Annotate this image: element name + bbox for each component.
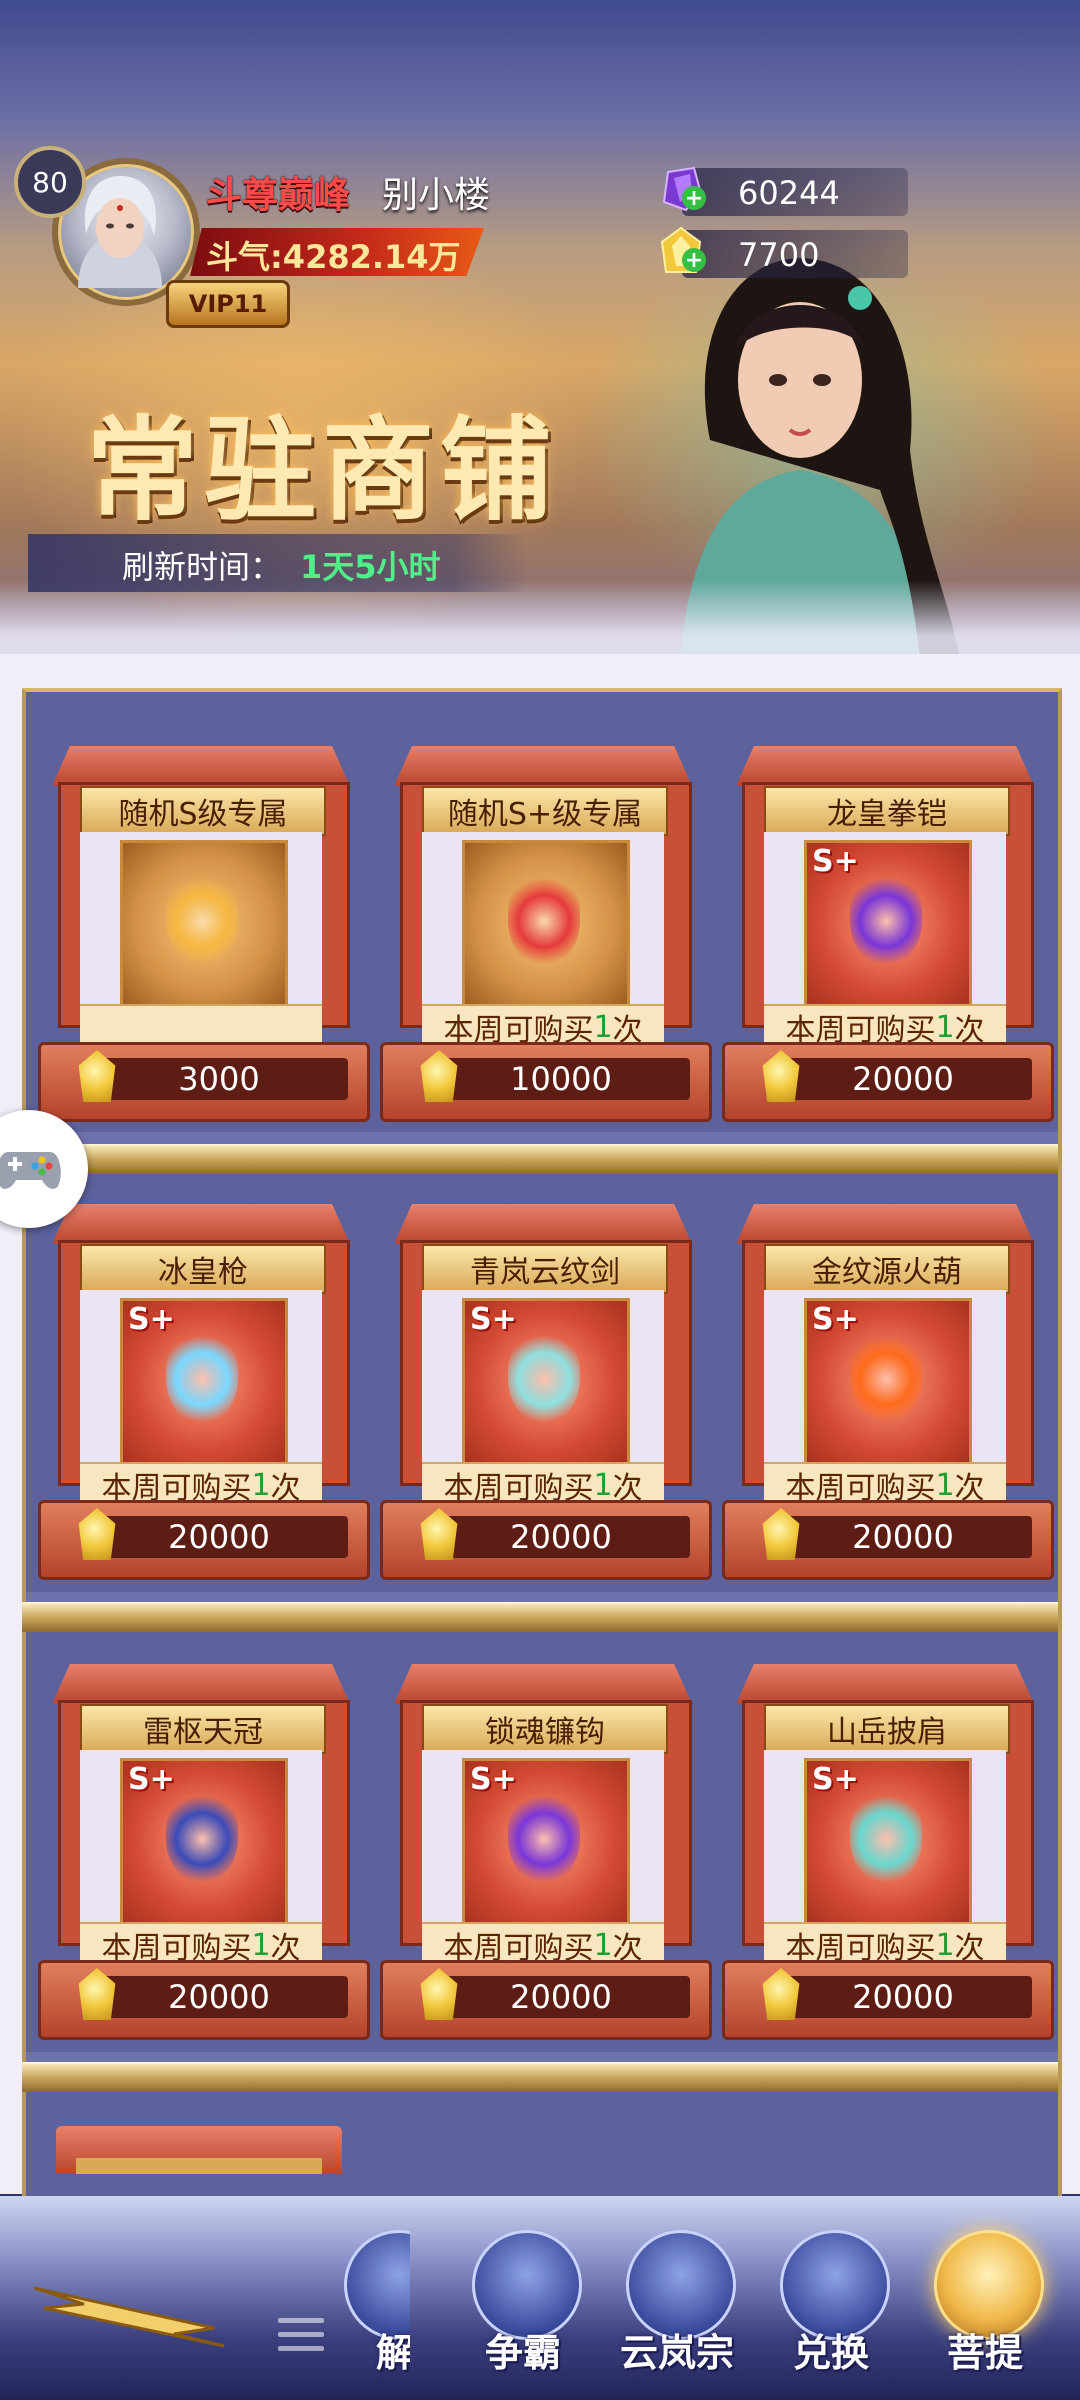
item-artwork	[850, 1794, 922, 1884]
item-price[interactable]: 20000	[90, 1978, 348, 2016]
gamepad-icon	[0, 1152, 61, 1189]
player-power: 斗气:4282.14万	[206, 238, 461, 276]
card-roof	[394, 746, 692, 786]
shop-item-card[interactable]: 龙皇拳铠 S+ 本周可购买 1 次 20000	[722, 746, 1054, 1136]
player-name: 别小楼	[382, 175, 491, 216]
shelf-divider	[22, 2062, 1058, 2092]
shop-item-card[interactable]: 山岳披肩 S+ 本周可购买 1 次 20000	[722, 1664, 1054, 2054]
item-artwork	[166, 1334, 238, 1424]
card-roof	[736, 1204, 1034, 1244]
refresh-label: 刷新时间：	[122, 548, 283, 586]
nav-label: 兑换	[792, 2330, 869, 2375]
item-artwork	[508, 1334, 580, 1424]
tier-badge: S+	[812, 844, 859, 879]
item-price[interactable]: 20000	[774, 1978, 1032, 2016]
nav-label: 争霸	[484, 2330, 561, 2375]
item-price[interactable]: 20000	[90, 1518, 348, 1556]
shop-item-card[interactable]: 随机S级专属 3000	[38, 746, 370, 1136]
item-name: 龙皇拳铠	[764, 786, 1010, 836]
shop-item-card[interactable]: 锁魂镰钩 S+ 本周可购买 1 次 20000	[380, 1664, 712, 2054]
cloud-divider	[0, 580, 1080, 660]
nav-item[interactable]: 解	[330, 2230, 410, 2380]
limit-count: 1	[251, 1467, 271, 1503]
shop-item-card[interactable]: 随机S+级专属 本周可购买 1 次 10000	[380, 746, 712, 1136]
card-roof	[52, 1204, 350, 1244]
card-roof	[736, 746, 1034, 786]
item-name: 锁魂镰钩	[422, 1704, 668, 1754]
limit-count: 1	[935, 1009, 955, 1045]
item-name: 青岚云纹剑	[422, 1244, 668, 1294]
shop-item-card-partial[interactable]	[56, 2126, 342, 2174]
item-name: 随机S+级专属	[422, 786, 668, 836]
item-name: 雷枢天冠	[80, 1704, 326, 1754]
menu-icon[interactable]	[278, 2318, 324, 2352]
shop-item-card[interactable]: 冰皇枪 S+ 本周可购买 1 次 20000	[38, 1204, 370, 1594]
shop-title: 常驻商铺	[86, 405, 558, 536]
tier-badge: S+	[128, 1762, 175, 1797]
nav-item[interactable]: 争霸	[458, 2230, 588, 2380]
shop-item-card[interactable]: 青岚云纹剑 S+ 本周可购买 1 次 20000	[380, 1204, 712, 1594]
tier-badge: S+	[812, 1302, 859, 1337]
item-price[interactable]: 10000	[432, 1060, 690, 1098]
item-artwork	[850, 1334, 922, 1424]
shop-item-card[interactable]: 金纹源火葫 S+ 本周可购买 1 次 20000	[722, 1204, 1054, 1594]
limit-count: 1	[593, 1467, 613, 1503]
shelf-divider	[22, 1602, 1058, 1632]
limit-count: 1	[593, 1009, 613, 1045]
item-price[interactable]: 20000	[774, 1060, 1032, 1098]
item-name: 金纹源火葫	[764, 1244, 1010, 1294]
item-artwork	[508, 1794, 580, 1884]
gold-currency-bar: 7700	[682, 230, 908, 278]
limit-count: 1	[251, 1927, 271, 1963]
tier-badge: S+	[470, 1762, 517, 1797]
nav-label: 云岚宗	[619, 2330, 734, 2375]
gold-currency-value: 7700	[738, 236, 820, 274]
item-name: 山岳披肩	[764, 1704, 1010, 1754]
vip-badge[interactable]: VIP11	[166, 280, 290, 328]
nav-item[interactable]: 菩提	[920, 2230, 1050, 2380]
nav-label: 菩提	[946, 2330, 1023, 2375]
item-price[interactable]: 3000	[90, 1060, 348, 1098]
item-price[interactable]: 20000	[774, 1518, 1032, 1556]
card-roof	[394, 1204, 692, 1244]
shelf-divider	[22, 1144, 1058, 1174]
nav-label: 解	[375, 2330, 410, 2375]
purple-currency-value: 60244	[738, 174, 840, 212]
shop-header-banner: 80 VIP11 斗尊巅峰 别小楼 斗气:4282.14万 60244 + 77…	[0, 0, 1080, 660]
limit-count: 1	[593, 1927, 613, 1963]
player-rank-title: 斗尊巅峰	[206, 175, 351, 216]
tier-badge: S+	[812, 1762, 859, 1797]
back-arrow-icon[interactable]	[24, 2268, 234, 2348]
tier-badge: S+	[128, 1302, 175, 1337]
card-roof	[52, 1664, 350, 1704]
purple-currency-bar: 60244	[682, 168, 908, 216]
item-artwork	[508, 876, 580, 966]
item-price[interactable]: 20000	[432, 1978, 690, 2016]
card-roof	[394, 1664, 692, 1704]
item-artwork	[166, 876, 238, 966]
purple-currency-add-button[interactable]: +	[682, 186, 706, 211]
item-price[interactable]: 20000	[432, 1518, 690, 1556]
nav-item[interactable]: 云岚宗	[612, 2230, 742, 2380]
item-artwork	[850, 876, 922, 966]
limit-count: 1	[935, 1927, 955, 1963]
refresh-countdown: 1天5小时	[300, 548, 441, 586]
card-roof	[52, 746, 350, 786]
item-name: 冰皇枪	[80, 1244, 326, 1294]
limit-count: 1	[935, 1467, 955, 1503]
gold-currency-add-button[interactable]: +	[682, 248, 706, 273]
player-level-badge: 80	[14, 146, 86, 218]
card-roof	[736, 1664, 1034, 1704]
shop-item-card[interactable]: 雷枢天冠 S+ 本周可购买 1 次 20000	[38, 1664, 370, 2054]
item-artwork	[166, 1794, 238, 1884]
tier-badge: S+	[470, 1302, 517, 1337]
item-name: 随机S级专属	[80, 786, 326, 836]
nav-item[interactable]: 兑换	[766, 2230, 896, 2380]
